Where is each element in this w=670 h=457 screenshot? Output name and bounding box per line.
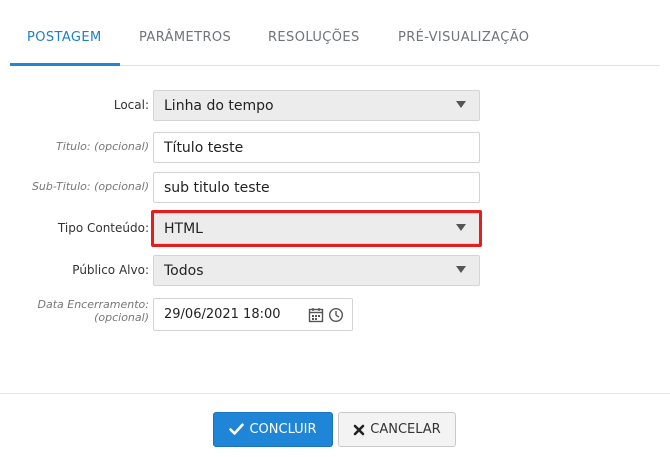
- active-tab-indicator: [10, 63, 120, 66]
- tipo-conteudo-label: Tipo Conteúdo:: [57, 221, 149, 235]
- caret-down-icon: [456, 224, 466, 231]
- local-label: Local:: [113, 98, 149, 112]
- data-encerramento-label-line1: Data Encerramento:: [37, 298, 150, 311]
- caret-down-icon: [456, 101, 466, 108]
- check-icon: [229, 423, 245, 436]
- publico-alvo-label: Público Alvo:: [72, 263, 149, 277]
- x-icon: [353, 424, 365, 436]
- footer-divider: [0, 393, 670, 394]
- concluir-label: CONCLUIR: [249, 422, 317, 437]
- data-encerramento-field: 29/06/2021 18:00: [153, 298, 353, 331]
- publico-alvo-select[interactable]: Todos: [153, 255, 480, 286]
- subtitulo-input[interactable]: sub titulo teste: [153, 172, 480, 203]
- publico-alvo-value: Todos: [164, 262, 204, 279]
- titulo-input[interactable]: Título teste: [153, 132, 480, 163]
- titulo-label: Titulo: (opcional): [56, 140, 149, 153]
- post-editor-dialog: POSTAGEM PARÂMETROS RESOLUÇÕES PRÉ-VISUA…: [0, 0, 670, 457]
- cancelar-button[interactable]: CANCELAR: [338, 412, 456, 447]
- clock-icon[interactable]: [326, 305, 346, 325]
- tipo-conteudo-select[interactable]: HTML: [153, 213, 480, 244]
- subtitulo-label: Sub-Titulo: (opcional): [31, 180, 149, 193]
- tab-parametros[interactable]: PARÂMETROS: [139, 30, 231, 45]
- tab-pre-visualizacao[interactable]: PRÉ-VISUALIZAÇÃO: [398, 30, 529, 45]
- tab-postagem[interactable]: POSTAGEM: [27, 30, 102, 45]
- data-encerramento-label: Data Encerramento: (opcional): [38, 298, 150, 324]
- local-select[interactable]: Linha do tempo: [153, 90, 480, 121]
- titulo-value: Título teste: [164, 139, 244, 156]
- tab-resolucoes[interactable]: RESOLUÇÕES: [268, 30, 360, 45]
- subtitulo-value: sub titulo teste: [164, 179, 270, 196]
- concluir-button[interactable]: CONCLUIR: [213, 412, 333, 447]
- tab-bar: POSTAGEM PARÂMETROS RESOLUÇÕES PRÉ-VISUA…: [10, 0, 660, 66]
- caret-down-icon: [456, 266, 466, 273]
- cancelar-label: CANCELAR: [370, 422, 441, 437]
- data-encerramento-input[interactable]: 29/06/2021 18:00: [154, 307, 306, 322]
- tipo-conteudo-value: HTML: [164, 220, 203, 237]
- local-value: Linha do tempo: [164, 97, 274, 114]
- data-encerramento-label-line2: (opcional): [94, 311, 149, 324]
- calendar-icon[interactable]: [306, 305, 326, 325]
